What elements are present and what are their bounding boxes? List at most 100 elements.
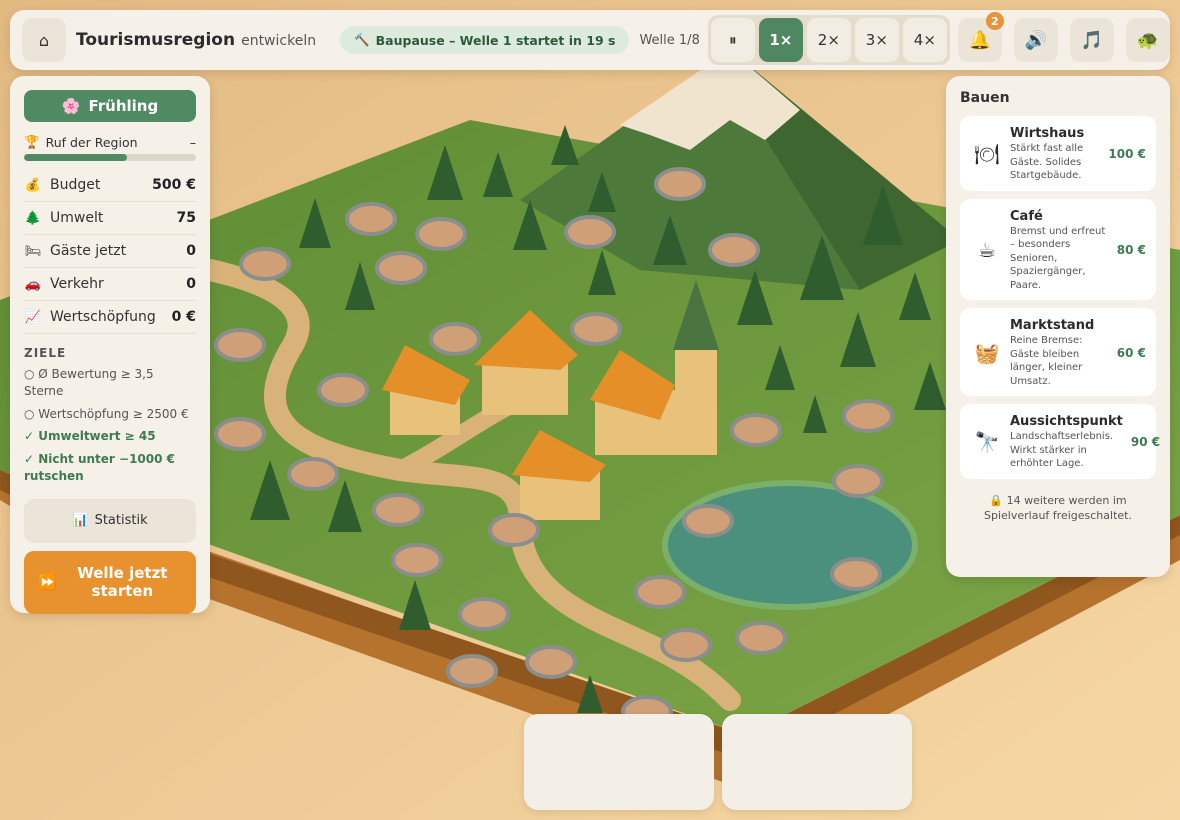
card-body: Wirtshaus Stärkt fast alle Gäste. Solide…: [1010, 126, 1100, 183]
bell-icon: 🔔: [968, 29, 992, 51]
fork-knife-icon: 🍽: [974, 142, 1000, 167]
build-card-wirtshaus[interactable]: 🍽 Wirtshaus Stärkt fast alle Gäste. Soli…: [960, 116, 1156, 191]
build-slot: [214, 328, 266, 362]
build-slot: [654, 167, 706, 201]
stat-label-wrap: 💰 Budget: [24, 177, 100, 193]
card-name: Marktstand: [1010, 318, 1095, 333]
build-slot: [735, 621, 787, 655]
statistics-button[interactable]: 📊 Statistik: [24, 498, 196, 543]
start-wave-button[interactable]: ⏩ Welle jetzt starten: [24, 550, 196, 614]
lock-icon: 🔒: [989, 493, 1004, 507]
stat-value: 0 €: [171, 309, 196, 325]
goal-item: ○ Wertschöpfung ≥ 2500 €: [24, 406, 189, 421]
speed-3x-button[interactable]: 3×: [854, 18, 899, 62]
stat-value: 0: [186, 276, 196, 292]
card-name: Aussichtspunkt: [1010, 414, 1123, 429]
speed-4x-button[interactable]: 4×: [902, 18, 947, 62]
church-tower: [675, 345, 717, 455]
build-card-marktstand[interactable]: 🧺 Marktstand Reine Bremse: Gäste bleiben…: [960, 308, 1156, 396]
build-slot: [660, 628, 712, 662]
stat-value: 0: [186, 243, 196, 259]
build-slot: [239, 247, 291, 281]
stat-list: 💰 Budget 500 € 🌲 Umwelt 75 🛏 Gäste jetzt 0 …: [24, 169, 196, 334]
stat-label-wrap: 🛏 Gäste jetzt: [24, 243, 126, 259]
stat-label: Gäste jetzt: [50, 243, 127, 259]
sound-button[interactable]: 🔊: [1013, 18, 1058, 62]
notifications-button[interactable]: 🔔 2: [957, 12, 1004, 62]
goal-item: ✓ Nicht unter −1000 € rutschen: [24, 452, 175, 483]
goal-item: ✓ Umweltwert ≥ 45: [24, 429, 156, 444]
bar-chart-icon: 📊: [72, 513, 89, 529]
bottom-card-slot[interactable]: [524, 714, 714, 810]
build-slot: [730, 413, 782, 447]
build-slot: [708, 233, 760, 267]
wave-counter: Welle 1/8: [639, 32, 700, 48]
top-bar: ⌂ Tourismusregion entwickeln 🔨 Baupause …: [10, 10, 1170, 70]
speaker-icon: 🔊: [1024, 29, 1048, 51]
build-slot: [287, 457, 339, 491]
build-slot: [375, 251, 427, 285]
build-slot: [832, 464, 884, 498]
speed-control: ⏸ 1× 2× 3× 4×: [707, 15, 950, 65]
build-slot: [570, 312, 622, 346]
build-card-cafe[interactable]: ☕ Café Bremst und erfreut – besonders Se…: [960, 198, 1156, 300]
pause-button[interactable]: ⏸: [710, 18, 755, 62]
basket-icon: 🧺: [974, 341, 1000, 365]
coffee-icon: ☕: [978, 238, 996, 263]
blossom-icon: 🌸: [61, 97, 81, 115]
title-sub: entwickeln: [241, 33, 317, 49]
money-bag-icon: 💰: [24, 177, 42, 193]
season-banner: 🌸 Frühling: [24, 90, 196, 122]
season-label: Frühling: [88, 97, 159, 115]
card-desc: Bremst und erfreut – besonders Senioren,…: [1010, 225, 1106, 291]
stat-label: Verkehr: [50, 276, 104, 292]
stat-label: Wertschöpfung: [50, 309, 156, 325]
music-button[interactable]: 🎵: [1069, 18, 1114, 62]
stat-label-wrap: 🚗 Verkehr: [24, 276, 104, 292]
start-wave-label: Welle jetzt starten: [77, 564, 168, 601]
turtle-icon: 🐢: [1136, 29, 1160, 51]
build-panel: Bauen 🍽 Wirtshaus Stärkt fast alle Gäste…: [946, 76, 1170, 577]
home-button[interactable]: ⌂: [22, 18, 66, 62]
stat-label: Budget: [50, 177, 101, 193]
build-slot: [830, 557, 882, 591]
build-card-aussichtspunkt[interactable]: 🔭 Aussichtspunkt Landschaftserlebnis. Wi…: [960, 404, 1160, 479]
chart-icon: 📈: [24, 309, 42, 325]
card-price: 60 €: [1116, 346, 1146, 360]
fast-forward-icon: ⏩: [38, 573, 57, 592]
stat-label-wrap: 🌲 Umwelt: [24, 210, 103, 226]
slow-mode-button[interactable]: 🐢: [1125, 18, 1170, 62]
card-body: Café Bremst und erfreut – besonders Seni…: [1010, 209, 1109, 293]
home-icon: ⌂: [38, 30, 50, 50]
stat-label-wrap: 📈 Wertschöpfung: [24, 309, 156, 325]
music-note-icon: 🎵: [1080, 29, 1104, 51]
pond: [662, 480, 918, 610]
hammer-icon: 🔨: [354, 32, 370, 47]
stat-value: 75: [176, 210, 196, 226]
card-price: 90 €: [1130, 435, 1161, 450]
reputation-bar: [24, 154, 196, 161]
unlock-note-text: 14 weitere werden im Spielverlauf freige…: [984, 493, 1132, 522]
notification-badge: 2: [985, 12, 1004, 30]
build-slot: [372, 493, 424, 527]
bottom-card-slot[interactable]: [722, 714, 912, 810]
reputation-value: –: [189, 134, 196, 150]
tree-icon: 🌲: [24, 210, 42, 226]
card-name: Café: [1010, 208, 1043, 224]
stat-row-traffic: 🚗 Verkehr 0: [24, 268, 196, 301]
build-slot: [317, 373, 369, 407]
trophy-icon: 🏆: [24, 134, 40, 149]
speed-2x-button[interactable]: 2×: [806, 18, 851, 62]
build-slot: [214, 417, 266, 451]
stat-label: Umwelt: [50, 210, 104, 226]
speed-1x-button[interactable]: 1×: [758, 18, 803, 62]
build-title: Bauen: [960, 90, 1010, 106]
stats-panel: 🌸 Frühling 🏆 Ruf der Region – 💰 Budget 50…: [10, 76, 210, 614]
stat-row-value-added: 📈 Wertschöpfung 0 €: [24, 301, 196, 334]
build-slot: [564, 215, 616, 249]
reputation-label: Ruf der Region: [45, 134, 138, 150]
reputation-row: 🏆 Ruf der Region –: [24, 134, 196, 150]
card-price: 80 €: [1116, 243, 1146, 258]
phase-text: Baupause – Welle 1 startet in 19 s: [375, 32, 616, 48]
telescope-icon: 🔭: [974, 430, 1000, 455]
